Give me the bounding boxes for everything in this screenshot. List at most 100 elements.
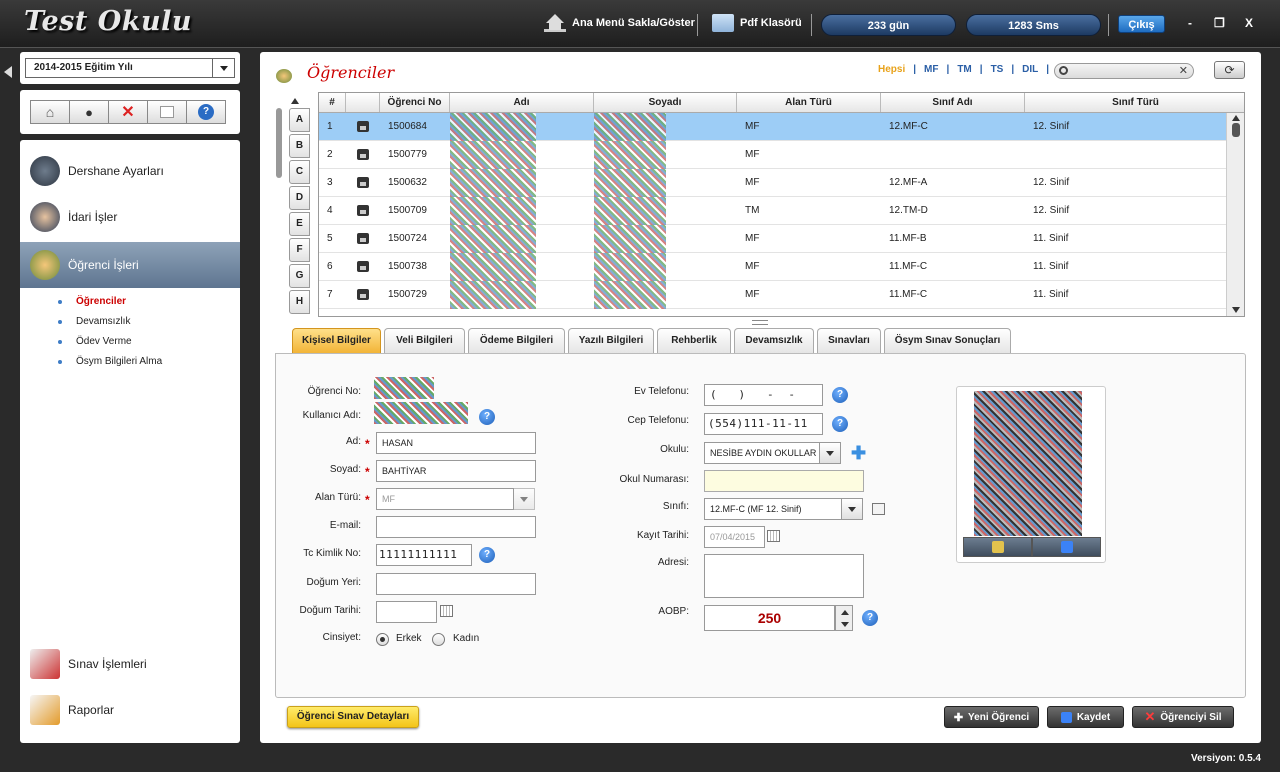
chevron-down-icon[interactable]	[212, 59, 234, 77]
filter-ts[interactable]: TS	[983, 64, 1012, 75]
scroll-up-icon[interactable]	[1232, 115, 1240, 121]
help-icon[interactable]: ?	[832, 387, 848, 403]
column-header[interactable]: Öğrenci No	[380, 93, 450, 112]
help-icon[interactable]: ?	[832, 416, 848, 432]
record-icon[interactable]	[357, 121, 369, 132]
alpha-tab-h[interactable]: H	[289, 290, 310, 314]
sidebar-item-ogrenci-isleri[interactable]: Öğrenci İşleri	[20, 242, 240, 288]
table-row[interactable]: 1 1500684 MF 12.MF-C 12. Sinif	[319, 113, 1227, 141]
calendar-button[interactable]	[147, 100, 187, 124]
alpha-tab-f[interactable]: F	[289, 238, 310, 262]
splitter-handle[interactable]	[752, 320, 768, 325]
chevron-down-icon[interactable]	[819, 442, 841, 464]
table-row[interactable]: 6 1500738 MF 11.MF-C 11. Sinif	[319, 253, 1227, 281]
table-row[interactable]: 3 1500632 MF 12.MF-A 12. Sinif	[319, 169, 1227, 197]
alpha-tab-e[interactable]: E	[289, 212, 310, 236]
user-button[interactable]: ●	[69, 100, 109, 124]
birth-date-input[interactable]	[376, 601, 437, 623]
address-input[interactable]	[704, 554, 864, 598]
gender-female-radio[interactable]	[432, 633, 445, 646]
name-input[interactable]: HASAN	[376, 432, 536, 454]
scroll-thumb[interactable]	[1232, 123, 1240, 137]
class-picker-icon[interactable]	[872, 503, 885, 515]
column-header[interactable]: Alan Türü	[737, 93, 881, 112]
tab-kisisel-bilgiler[interactable]: Kişisel Bilgiler	[292, 328, 381, 353]
table-row[interactable]: 4 1500709 TM 12.TM-D 12. Sinif	[319, 197, 1227, 225]
table-row[interactable]: 5 1500724 MF 11.MF-B 11. Sinif	[319, 225, 1227, 253]
column-header[interactable]	[346, 93, 380, 112]
class-select[interactable]: 12.MF-C (MF 12. Sinif)	[704, 498, 842, 520]
table-scrollbar[interactable]	[1226, 113, 1244, 316]
column-header[interactable]: Adı	[450, 93, 594, 112]
sidebar-item-sinav-islemleri[interactable]: Sınav İşlemleri	[20, 641, 240, 687]
filter-tm[interactable]: TM	[949, 64, 979, 75]
table-row[interactable]: 7 1500729 MF 11.MF-C 11. Sinif	[319, 281, 1227, 309]
alpha-tab-b[interactable]: B	[289, 134, 310, 158]
mobile-input[interactable]: (554)111-11-11	[704, 413, 823, 435]
school-select[interactable]: NESİBE AYDIN OKULLAR	[704, 442, 820, 464]
column-header[interactable]: Soyadı	[594, 93, 737, 112]
field-type-select[interactable]: MF	[376, 488, 514, 510]
record-icon[interactable]	[357, 149, 369, 160]
exit-button[interactable]: Çıkış	[1118, 15, 1165, 33]
sidebar-item-raporlar[interactable]: Raporlar	[20, 687, 240, 733]
refresh-button[interactable]: ⟳	[1214, 61, 1245, 79]
increment-icon[interactable]	[841, 610, 849, 615]
sidebar-subitem-ogrenciler[interactable]: Öğrenciler	[58, 296, 126, 307]
help-icon[interactable]: ?	[862, 610, 878, 626]
sidebar-item-idari-isler[interactable]: İdari İşler	[20, 194, 240, 240]
tab-yazili-bilgileri[interactable]: Yazılı Bilgileri	[568, 328, 654, 353]
birth-place-input[interactable]	[376, 573, 536, 595]
alpha-tab-g[interactable]: G	[289, 264, 310, 288]
gender-male-radio[interactable]	[376, 633, 389, 646]
filter-dil[interactable]: DIL	[1014, 64, 1046, 75]
table-row[interactable]: 2 1500779 MF	[319, 141, 1227, 169]
decrement-icon[interactable]	[841, 622, 849, 627]
sidebar-subitem-osym-bilgileri[interactable]: Ösym Bilgileri Alma	[58, 356, 162, 367]
scroll-down-icon[interactable]	[1232, 307, 1240, 313]
sidebar-subitem-odev-verme[interactable]: Ödev Verme	[58, 336, 132, 347]
tab-veli-bilgileri[interactable]: Veli Bilgileri	[384, 328, 465, 353]
calendar-icon[interactable]	[440, 605, 453, 617]
record-icon[interactable]	[357, 289, 369, 300]
help-icon[interactable]: ?	[479, 547, 495, 563]
record-icon[interactable]	[357, 205, 369, 216]
help-button[interactable]: ?	[186, 100, 226, 124]
record-icon[interactable]	[357, 261, 369, 272]
chevron-down-icon[interactable]	[841, 498, 863, 520]
sidebar-subitem-devamsizlik[interactable]: Devamsızlık	[58, 316, 130, 327]
close-button[interactable]: X	[1245, 16, 1253, 30]
alpha-tab-c[interactable]: C	[289, 160, 310, 184]
alpha-tab-d[interactable]: D	[289, 186, 310, 210]
record-icon[interactable]	[357, 177, 369, 188]
new-student-button[interactable]: ✚ Yeni Öğrenci	[944, 706, 1039, 728]
tab-osym-sinav-sonuclari[interactable]: Ösym Sınav Sonuçları	[884, 328, 1011, 353]
aobp-stepper[interactable]	[835, 605, 853, 631]
registration-date-input[interactable]: 07/04/2015	[704, 526, 765, 548]
save-button[interactable]: Kaydet	[1047, 706, 1124, 728]
filter-hepsi[interactable]: Hepsi	[870, 64, 913, 75]
school-number-input[interactable]	[704, 470, 864, 492]
collapse-sidebar-icon[interactable]	[4, 66, 12, 78]
calendar-icon[interactable]	[767, 530, 780, 542]
surname-input[interactable]: BAHTİYAR	[376, 460, 536, 482]
alpha-tab-a[interactable]: A	[289, 108, 310, 132]
tab-devamsizlik[interactable]: Devamsızlık	[734, 328, 814, 353]
record-icon[interactable]	[357, 233, 369, 244]
clear-search-icon[interactable]: ✕	[1179, 64, 1188, 77]
tab-rehberlik[interactable]: Rehberlik	[657, 328, 731, 353]
column-header[interactable]: Sınıf Türü	[1025, 93, 1244, 112]
alphabet-scrollbar[interactable]	[276, 108, 282, 178]
chevron-down-icon[interactable]	[513, 488, 535, 510]
year-select[interactable]: 2014-2015 Eğitim Yılı	[25, 58, 235, 78]
edit-photo-button[interactable]	[963, 537, 1032, 557]
tab-sinavlari[interactable]: Sınavları	[817, 328, 881, 353]
aobp-input[interactable]: 250	[704, 605, 835, 631]
help-icon[interactable]: ?	[479, 409, 495, 425]
restore-button[interactable]: ❐	[1214, 16, 1225, 30]
add-school-icon[interactable]: ✚	[851, 444, 866, 462]
delete-student-button[interactable]: ✕ Öğrenciyi Sil	[1132, 706, 1234, 728]
student-exam-details-button[interactable]: Öğrenci Sınav Detayları	[287, 706, 419, 728]
home-phone-input[interactable]: ( ) - -	[704, 384, 823, 406]
delete-button[interactable]: ✕	[108, 100, 148, 124]
